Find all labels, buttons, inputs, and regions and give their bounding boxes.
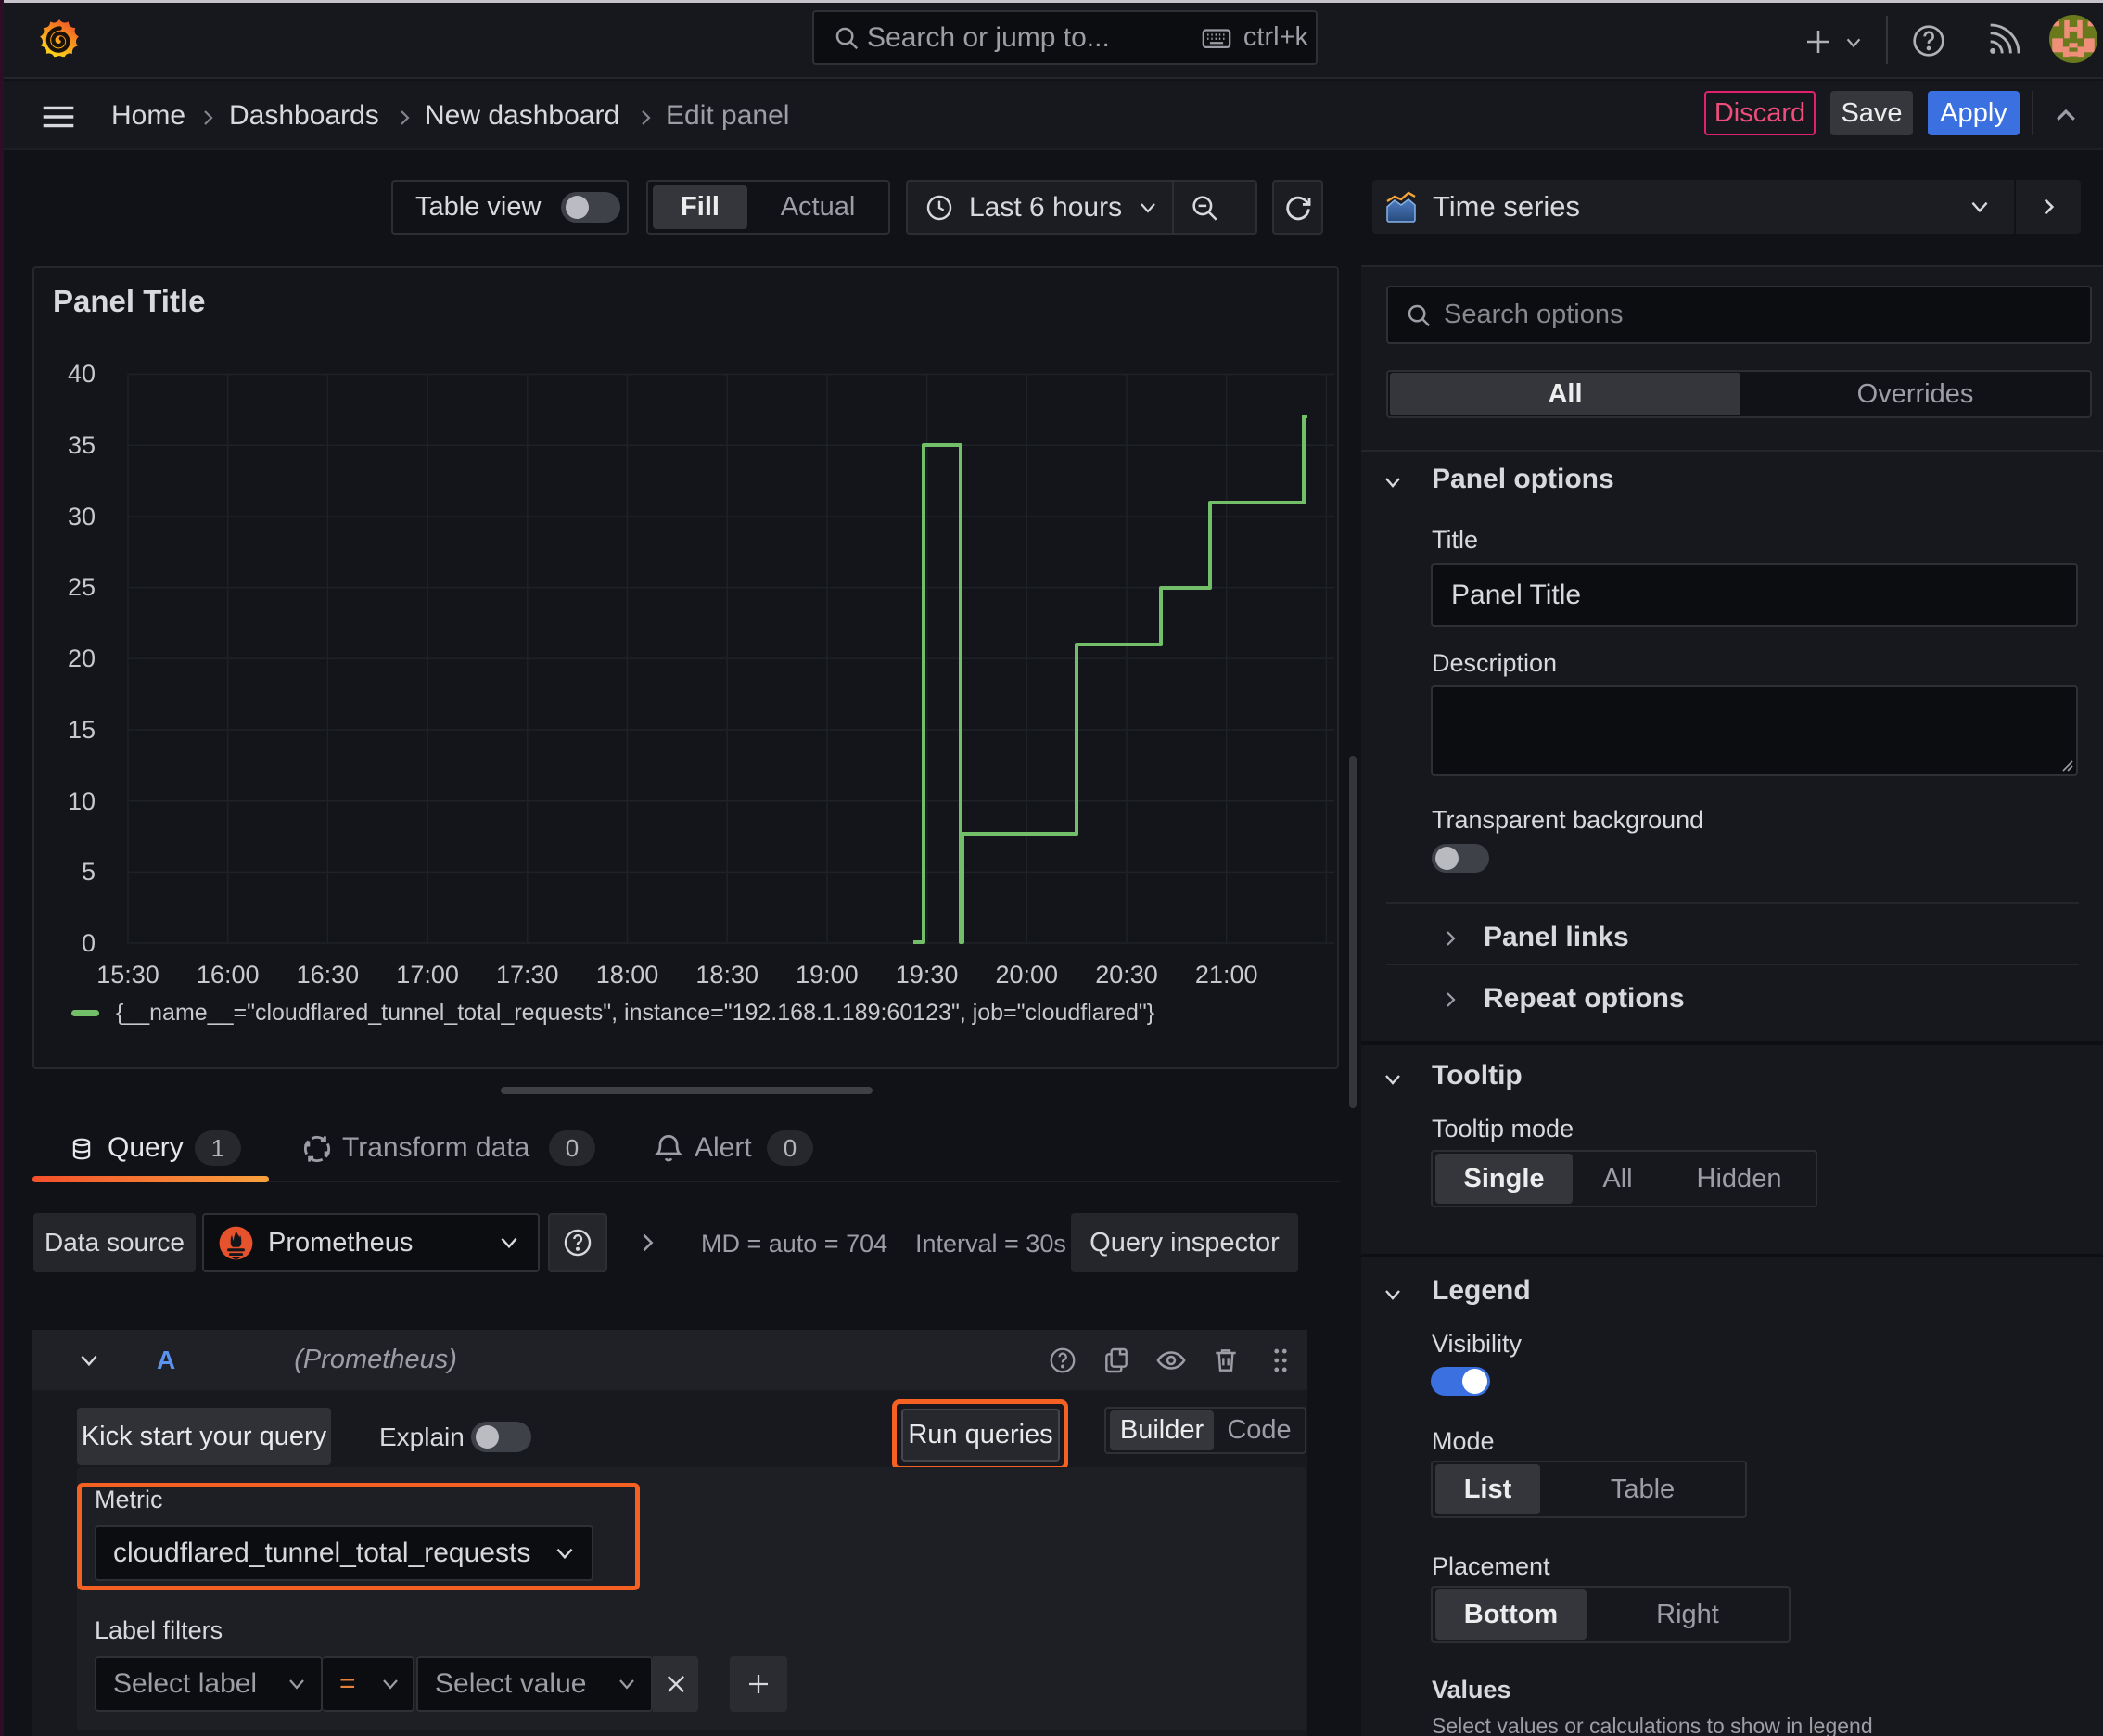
svg-text:5: 5	[82, 858, 96, 886]
svg-text:18:30: 18:30	[695, 961, 758, 989]
svg-text:15: 15	[68, 716, 96, 744]
svg-text:15:30: 15:30	[96, 961, 159, 989]
svg-text:19:00: 19:00	[796, 961, 859, 989]
svg-text:17:00: 17:00	[396, 961, 459, 989]
svg-text:30: 30	[68, 503, 96, 530]
svg-text:16:30: 16:30	[297, 961, 360, 989]
svg-text:20:00: 20:00	[996, 961, 1059, 989]
svg-text:17:30: 17:30	[496, 961, 559, 989]
svg-text:19:30: 19:30	[896, 961, 959, 989]
svg-text:20:30: 20:30	[1095, 961, 1158, 989]
svg-text:16:00: 16:00	[197, 961, 260, 989]
svg-text:0: 0	[82, 929, 96, 957]
svg-text:{__name__="cloudflared_tunnel_: {__name__="cloudflared_tunnel_total_requ…	[116, 1000, 1154, 1026]
svg-text:10: 10	[68, 787, 96, 815]
svg-text:35: 35	[68, 431, 96, 459]
svg-text:40: 40	[68, 360, 96, 388]
svg-text:18:00: 18:00	[596, 961, 659, 989]
svg-text:21:00: 21:00	[1195, 961, 1258, 989]
svg-text:25: 25	[68, 573, 96, 601]
svg-text:20: 20	[68, 645, 96, 672]
